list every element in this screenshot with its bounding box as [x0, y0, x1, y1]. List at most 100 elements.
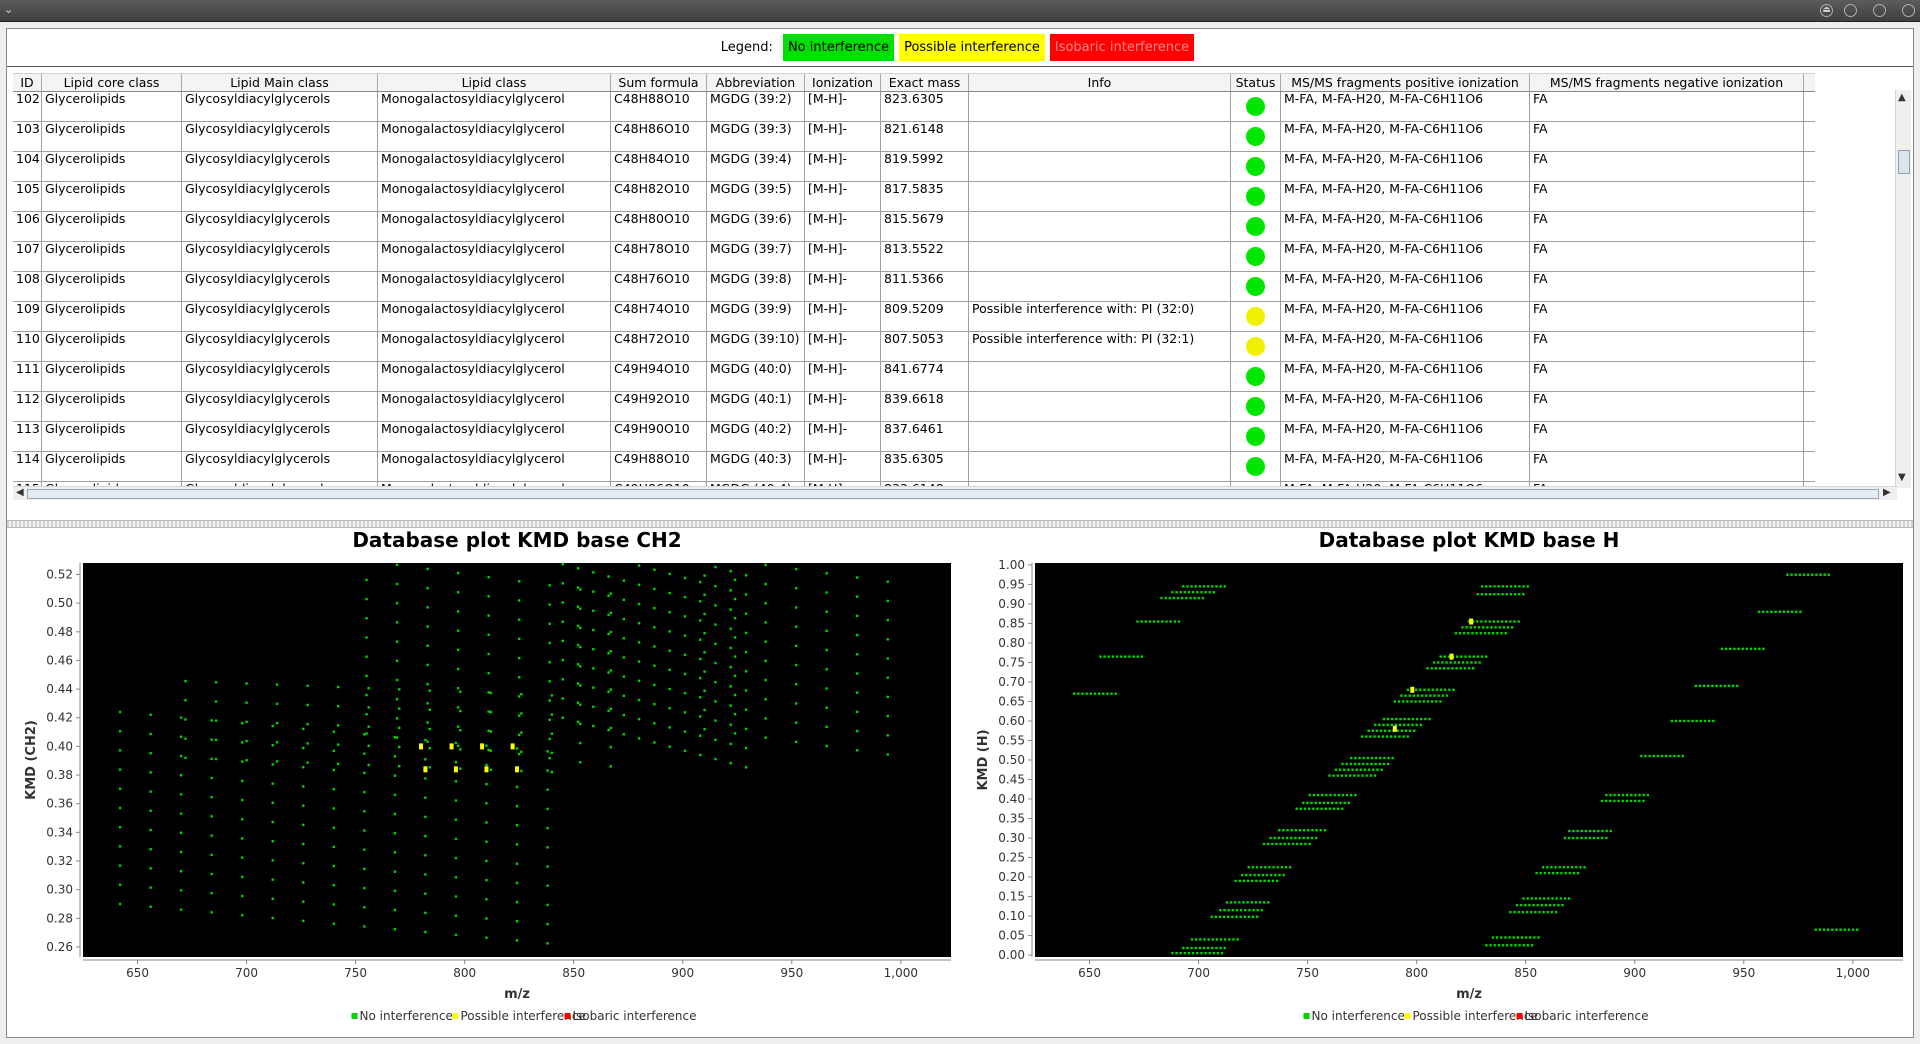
no-interference-point: [184, 699, 187, 702]
scroll-down-icon[interactable]: ▼: [1898, 472, 1906, 483]
no-interference-point: [653, 683, 656, 687]
window-shade-icon[interactable]: ⏏: [1820, 4, 1833, 17]
no-interference-point: [1307, 829, 1310, 832]
table-row[interactable]: 108 Glycerolipids Glycosyldiacylglycerols M…: [13, 272, 1815, 302]
table-row[interactable]: 109 Glycerolipids Glycosyldiacylglycerols M…: [13, 302, 1815, 332]
header-msms-negative-col[interactable]: MS/MS fragments negative ionization: [1530, 74, 1804, 91]
no-interference-point: [1251, 915, 1255, 919]
header-id-col[interactable]: ID: [13, 74, 42, 91]
no-interference-point: [1558, 866, 1561, 869]
no-interference-point: [546, 769, 549, 772]
x-tick-label: 900: [1623, 966, 1646, 980]
vertical-scrollbar[interactable]: ▲ ▼: [1895, 90, 1911, 488]
cell-core-class-col: Glycerolipids: [42, 242, 182, 271]
no-interference-point: [487, 652, 490, 656]
window-close-icon[interactable]: [1902, 4, 1915, 17]
table-row[interactable]: 112 Glycerolipids Glycosyldiacylglycerols M…: [13, 392, 1815, 422]
horizontal-scroll-thumb[interactable]: [27, 489, 1879, 499]
no-interference-point: [1568, 829, 1571, 833]
no-interference-point: [1648, 754, 1651, 758]
no-interference-point: [1487, 632, 1491, 635]
window-minimize-icon[interactable]: [1844, 4, 1857, 17]
header-main-class-col[interactable]: Lipid Main class: [182, 74, 378, 91]
no-interference-point: [561, 697, 564, 700]
table-row[interactable]: 104 Glycerolipids Glycosyldiacylglycerols M…: [13, 152, 1815, 182]
table-row[interactable]: 102 Glycerolipids Glycosyldiacylglycerols M…: [13, 92, 1815, 122]
table-row[interactable]: 111 Glycerolipids Glycosyldiacylglycerols M…: [13, 362, 1815, 392]
window-maximize-icon[interactable]: [1873, 4, 1886, 17]
table-row[interactable]: 103 Glycerolipids Glycosyldiacylglycerols M…: [13, 122, 1815, 152]
header-status-col[interactable]: Status: [1231, 74, 1281, 91]
no-interference-point: [1687, 719, 1690, 723]
table-row[interactable]: 110 Glycerolipids Glycosyldiacylglycerols M…: [13, 332, 1815, 362]
no-interference-point: [1343, 801, 1346, 805]
header-sum-formula-col[interactable]: Sum formula: [611, 74, 707, 91]
table-row[interactable]: 114 Glycerolipids Glycosyldiacylglycerols M…: [13, 452, 1815, 482]
no-interference-point: [1609, 793, 1612, 797]
no-interference-point: [622, 617, 626, 621]
header-lipid-class-col[interactable]: Lipid class: [378, 74, 611, 91]
no-interference-point: [459, 690, 462, 694]
scroll-up-icon[interactable]: ▲: [1898, 92, 1906, 103]
header-info-col[interactable]: Info: [969, 74, 1231, 91]
no-interference-point: [1347, 768, 1350, 771]
no-interference-point: [1136, 655, 1139, 658]
no-interference-point: [1353, 762, 1357, 766]
no-interference-point: [1216, 951, 1220, 955]
table-body[interactable]: 102 Glycerolipids Glycosyldiacylglycerols M…: [13, 92, 1815, 496]
cell-id-col: 107: [13, 242, 42, 271]
no-interference-point: [1232, 938, 1235, 941]
no-interference-point: [1592, 836, 1596, 840]
no-interference-point: [149, 886, 152, 889]
no-interference-point: [520, 692, 523, 696]
no-interference-point: [1340, 774, 1344, 777]
table-row[interactable]: 107 Glycerolipids Glycosyldiacylglycerols M…: [13, 242, 1815, 272]
header-exact-mass-col[interactable]: Exact mass: [881, 74, 969, 91]
no-interference-point: [456, 648, 460, 652]
no-interference-point: [365, 636, 368, 639]
cell-msms-positive-col: M-FA, M-FA-H20, M-FA-C6H11O6: [1281, 302, 1530, 331]
y-tick-label: 0.32: [46, 854, 73, 868]
scroll-left-icon[interactable]: ◀: [16, 487, 24, 498]
no-interference-point: [395, 678, 399, 682]
no-interference-point: [1148, 620, 1152, 623]
no-interference-point: [825, 591, 828, 594]
no-interference-point: [1483, 632, 1487, 635]
no-interference-point: [1452, 688, 1455, 691]
cell-msms-positive-col: M-FA, M-FA-H20, M-FA-C6H11O6: [1281, 122, 1530, 151]
cell-core-class-col: Glycerolipids: [42, 332, 182, 361]
no-interference-point: [1613, 799, 1616, 803]
vertical-scroll-thumb[interactable]: [1898, 150, 1910, 174]
cell-id-col: 109: [13, 302, 42, 331]
cell-abbreviation-col: MGDG (40:3): [707, 452, 805, 481]
window-menu-icon[interactable]: ⌄: [4, 3, 13, 16]
table-row[interactable]: 106 Glycerolipids Glycosyldiacylglycerols M…: [13, 212, 1815, 242]
no-interference-point: [1124, 655, 1127, 658]
table-row[interactable]: 105 Glycerolipids Glycosyldiacylglycerols M…: [13, 182, 1815, 212]
table-row[interactable]: 113 Glycerolipids Glycosyldiacylglycerols M…: [13, 422, 1815, 452]
cell-abbreviation-col: MGDG (39:10): [707, 332, 805, 361]
status-indicator-icon: [1246, 157, 1265, 176]
split-pane-divider[interactable]: [7, 520, 1913, 528]
no-interference-point: [1497, 593, 1500, 596]
horizontal-scrollbar[interactable]: ◀ ▶: [13, 486, 1897, 500]
no-interference-point: [1085, 692, 1088, 695]
header-core-class-col[interactable]: Lipid core class: [42, 74, 182, 91]
header-ionization-col[interactable]: Ionization: [805, 74, 881, 91]
no-interference-point: [1393, 700, 1397, 703]
no-interference-point: [426, 702, 429, 705]
no-interference-point: [607, 690, 610, 693]
header-abbreviation-col[interactable]: Abbreviation: [707, 74, 805, 91]
no-interference-point: [579, 722, 582, 726]
no-interference-point: [794, 625, 798, 628]
no-interference-point: [1284, 866, 1288, 869]
no-interference-point: [1456, 655, 1459, 658]
no-interference-point: [1513, 593, 1517, 596]
x-tick-label: 850: [562, 966, 585, 980]
no-interference-point: [393, 812, 397, 816]
scroll-right-icon[interactable]: ▶: [1883, 487, 1891, 498]
no-interference-point: [683, 730, 687, 733]
no-interference-point: [1225, 901, 1229, 904]
header-msms-positive-col[interactable]: MS/MS fragments positive ionization: [1281, 74, 1530, 91]
no-interference-point: [698, 753, 702, 757]
